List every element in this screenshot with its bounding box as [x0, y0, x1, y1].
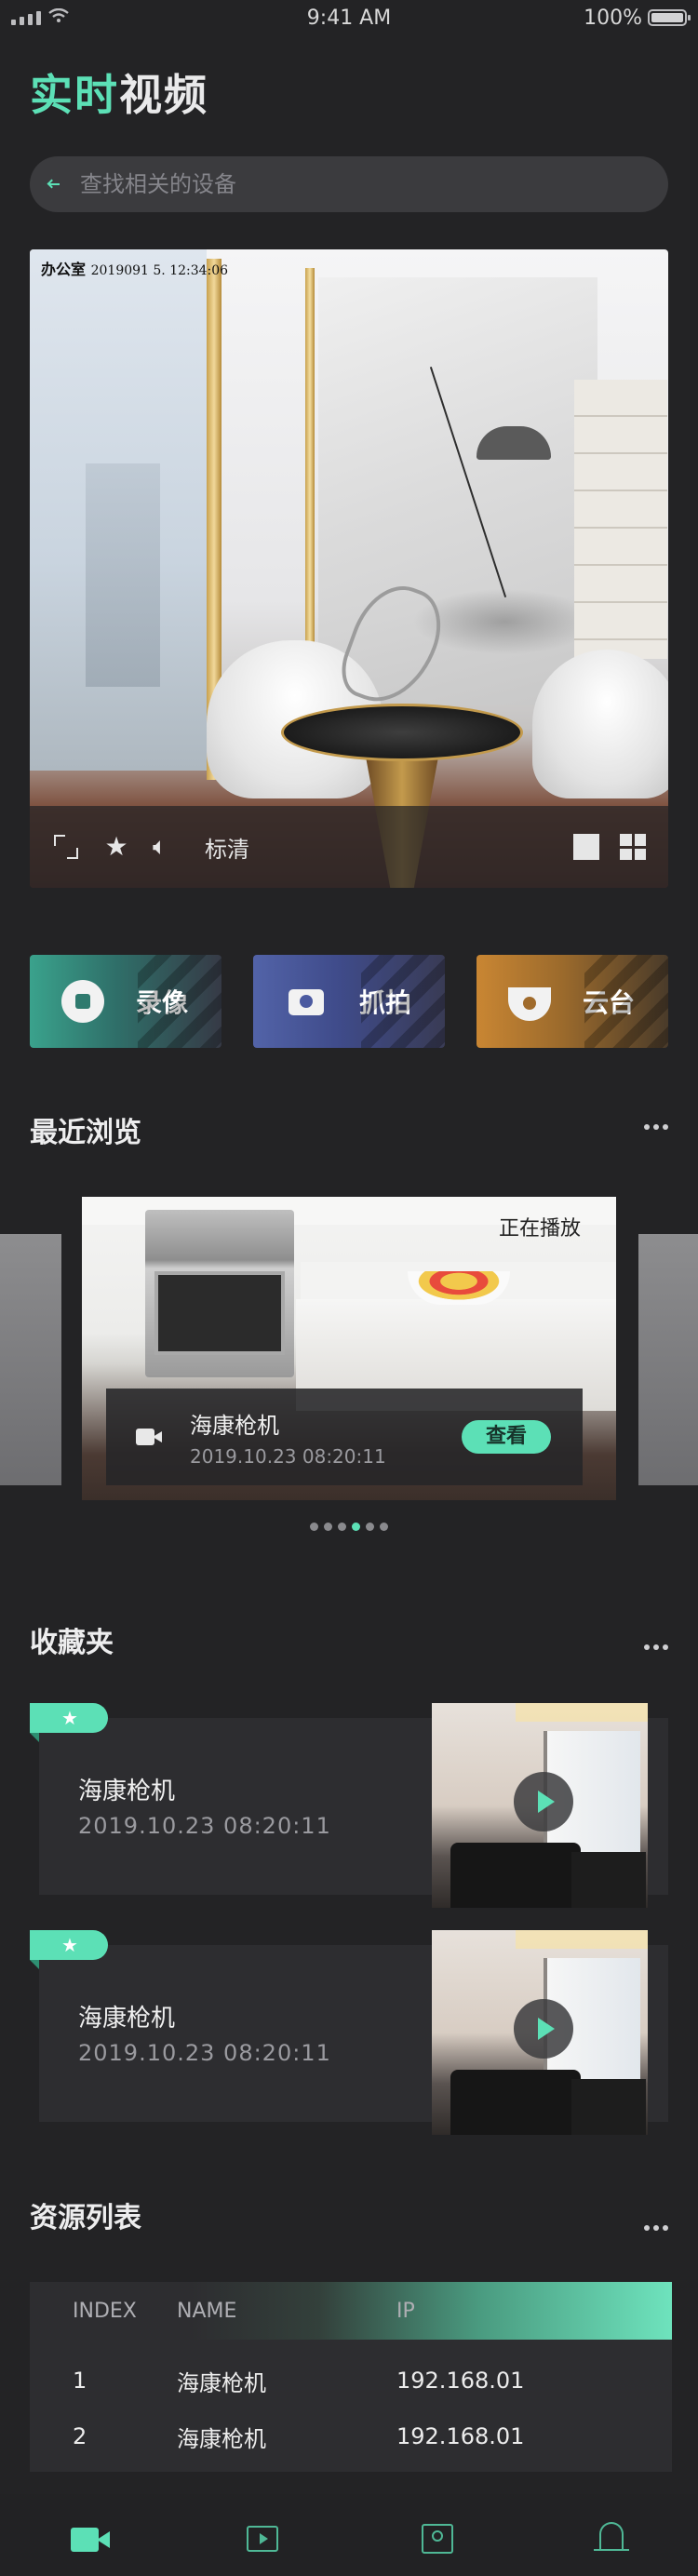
- record-icon: [61, 980, 104, 1023]
- view-button[interactable]: 查看: [462, 1420, 551, 1454]
- column-header-index: INDEX: [73, 2299, 137, 2323]
- thumb-sofa: [450, 2070, 581, 2135]
- single-view-icon[interactable]: [573, 834, 599, 860]
- battery-icon: [648, 9, 691, 26]
- row-index: 2: [73, 2423, 87, 2449]
- favorite-badge: ★: [30, 1703, 108, 1742]
- video-scene-shelf: [574, 380, 667, 659]
- column-header-name: NAME: [177, 2299, 237, 2323]
- thumb-sofa: [450, 1843, 581, 1908]
- favorite-name: 海康枪机: [78, 1778, 176, 1805]
- favorite-panel-edge: [648, 1945, 668, 2122]
- recent-card-next[interactable]: [638, 1234, 698, 1485]
- thumb-ceiling-light: [516, 1930, 648, 1949]
- recent-info-panel: 海康枪机 2019.10.23 08:20:11 查看: [106, 1389, 583, 1485]
- video-location: 办公室: [41, 261, 87, 278]
- playing-status: 正在播放: [498, 1217, 581, 1241]
- recent-section-title: 最近浏览: [30, 1117, 141, 1149]
- video-scene-window: [30, 249, 207, 771]
- page-title-accent: 实时: [30, 70, 119, 120]
- status-bar: 9:41 AM 100%: [0, 0, 698, 37]
- recent-card[interactable]: 正在播放 海康枪机 2019.10.23 08:20:11 查看: [82, 1197, 616, 1500]
- favorite-date: 2019.10.23 08:20:11: [78, 2040, 331, 2066]
- carousel-pagination[interactable]: [0, 1523, 698, 1531]
- resources-more-icon[interactable]: [644, 2225, 668, 2231]
- live-video-player[interactable]: 办公室 2019091 5. 12:34:06 ★ 🔈︎ 标清: [30, 249, 668, 888]
- record-button[interactable]: 录像: [30, 955, 221, 1048]
- pagination-dot[interactable]: [380, 1523, 388, 1531]
- page-title-rest: 视频: [119, 70, 208, 120]
- play-icon[interactable]: [514, 1772, 573, 1831]
- thumb-ceiling-light: [516, 1703, 648, 1722]
- favorites-section-title: 收藏夹: [30, 1627, 114, 1659]
- thumb-chair: [571, 1852, 646, 1908]
- table-row[interactable]: 1 海康枪机 192.168.01: [30, 2353, 672, 2408]
- row-name: 海康枪机: [177, 2425, 266, 2452]
- favorite-panel-edge: [648, 1718, 668, 1895]
- video-camera-icon: [136, 1424, 162, 1450]
- favorite-badge: ★: [30, 1930, 108, 1969]
- table-header: INDEX NAME IP: [30, 2282, 672, 2340]
- row-ip: 192.168.01: [396, 2423, 525, 2449]
- column-header-ip: IP: [396, 2299, 415, 2323]
- battery-percent: 100%: [584, 7, 642, 30]
- button-stripes: [361, 955, 445, 1048]
- camera-icon: [285, 980, 328, 1023]
- video-scene-chair-2: [532, 650, 668, 798]
- pagination-dot[interactable]: [338, 1523, 346, 1531]
- row-ip: 192.168.01: [396, 2368, 525, 2394]
- video-scene-table: [281, 704, 523, 761]
- page-title: 实时视频: [30, 61, 208, 123]
- tab-live-video[interactable]: [60, 2507, 115, 2563]
- favorite-item[interactable]: ★ 海康枪机 2019.10.23 08:20:11: [30, 1930, 668, 2135]
- star-icon: ★: [61, 1934, 78, 1956]
- pagination-dot[interactable]: [324, 1523, 332, 1531]
- video-osd: 办公室 2019091 5. 12:34:06: [41, 257, 228, 279]
- row-name: 海康枪机: [177, 2369, 266, 2396]
- favorite-item[interactable]: ★ 海康枪机 2019.10.23 08:20:11: [30, 1703, 668, 1908]
- star-icon: ★: [61, 1707, 78, 1729]
- favorite-panel: [39, 1945, 445, 2122]
- thumb-chair: [571, 2079, 646, 2135]
- recent-device-name: 海康枪机: [190, 1412, 279, 1439]
- ptz-button[interactable]: 云台: [477, 955, 668, 1048]
- tab-profile[interactable]: [409, 2507, 464, 2563]
- search-bar[interactable]: [30, 156, 668, 212]
- row-index: 1: [73, 2368, 87, 2394]
- favorites-more-icon[interactable]: [644, 1644, 668, 1650]
- table-body: 1 海康枪机 192.168.01 2 海康枪机 192.168.01: [30, 2340, 672, 2472]
- recent-scene-oven: [154, 1271, 285, 1355]
- recent-more-icon[interactable]: [644, 1124, 668, 1130]
- recent-card-prev[interactable]: [0, 1234, 61, 1485]
- volume-icon[interactable]: 🔈︎: [153, 833, 181, 861]
- table-row[interactable]: 2 海康枪机 192.168.01: [30, 2408, 672, 2464]
- resource-table: INDEX NAME IP 1 海康枪机 192.168.01 2 海康枪机 1…: [30, 2282, 672, 2472]
- recent-device-date: 2019.10.23 08:20:11: [190, 1444, 386, 1468]
- ptz-dome-icon: [508, 987, 551, 1021]
- favorite-name: 海康枪机: [78, 2005, 176, 2033]
- tab-bar: [0, 2494, 698, 2576]
- back-arrow-icon[interactable]: [48, 178, 61, 191]
- search-input[interactable]: [78, 170, 603, 198]
- pagination-dot[interactable]: [352, 1523, 360, 1531]
- button-stripes: [138, 955, 221, 1048]
- grid-view-icon[interactable]: [620, 834, 646, 860]
- favorite-thumbnail[interactable]: [432, 1930, 648, 2135]
- quality-selector[interactable]: 标清: [205, 831, 249, 864]
- video-control-bar: ★ 🔈︎ 标清: [30, 806, 668, 888]
- favorite-thumbnail[interactable]: [432, 1703, 648, 1908]
- tab-alerts[interactable]: [583, 2507, 638, 2563]
- video-timestamp: 2019091 5. 12:34:06: [90, 263, 229, 278]
- star-icon[interactable]: ★: [102, 833, 130, 861]
- tab-playback[interactable]: [234, 2507, 289, 2563]
- play-icon[interactable]: [514, 1999, 573, 2059]
- fullscreen-icon[interactable]: [52, 833, 80, 861]
- favorite-date: 2019.10.23 08:20:11: [78, 1813, 331, 1839]
- snapshot-button[interactable]: 抓拍: [253, 955, 445, 1048]
- favorite-panel: [39, 1718, 445, 1895]
- resources-section-title: 资源列表: [30, 2202, 141, 2234]
- button-stripes: [584, 955, 668, 1048]
- pagination-dot[interactable]: [310, 1523, 318, 1531]
- pagination-dot[interactable]: [366, 1523, 374, 1531]
